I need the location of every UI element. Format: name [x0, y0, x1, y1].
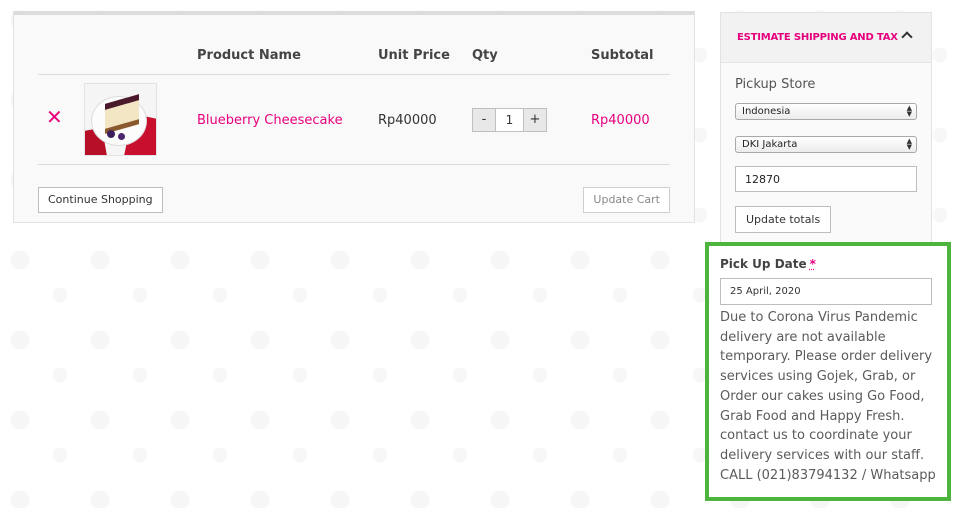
close-icon[interactable]: ✕	[46, 107, 63, 127]
region-select[interactable]: DKI Jakarta ▲ ▼	[735, 136, 917, 153]
header-unit-price: Unit Price	[378, 48, 450, 63]
chevron-up-icon[interactable]	[901, 31, 913, 43]
delivery-notice: Due to Corona Virus Pandemic delivery ar…	[720, 310, 936, 483]
estimate-shipping-header[interactable]: ESTIMATE SHIPPING AND TAX	[721, 13, 931, 63]
estimate-shipping-panel: ESTIMATE SHIPPING AND TAX Pickup Store I…	[720, 12, 932, 254]
product-thumbnail[interactable]	[84, 83, 157, 156]
region-select-value: DKI Jakarta	[742, 139, 798, 150]
product-name-link[interactable]: Blueberry Cheesecake	[197, 113, 343, 128]
cart-header-row: Product Name Unit Price Qty Subtotal	[38, 37, 670, 75]
country-select[interactable]: Indonesia ▲ ▼	[735, 103, 917, 120]
select-arrows-icon: ▲ ▼	[906, 137, 912, 151]
qty-input[interactable]	[496, 109, 523, 131]
qty-decrease-button[interactable]: -	[473, 109, 496, 131]
cart-item-row: ✕ Blueberry Cheesecake Rp40000 - + Rp400…	[38, 75, 670, 165]
country-select-value: Indonesia	[742, 106, 791, 117]
postcode-input[interactable]	[735, 166, 917, 192]
pickup-store-label: Pickup Store	[735, 77, 816, 92]
pickup-date-section: Pick Up Date* Due to Corona Virus Pandem…	[705, 242, 951, 501]
update-cart-button[interactable]: Update Cart	[583, 187, 670, 213]
pickup-date-label: Pick Up Date *	[720, 257, 816, 271]
unit-price: Rp40000	[378, 113, 437, 128]
required-marker: *	[809, 257, 816, 271]
quantity-stepper: - +	[472, 108, 547, 132]
header-subtotal: Subtotal	[591, 48, 654, 63]
continue-shopping-button[interactable]: Continue Shopping	[38, 187, 163, 213]
header-product-name: Product Name	[197, 48, 301, 63]
update-totals-button[interactable]: Update totals	[735, 206, 832, 233]
pickup-date-input[interactable]	[720, 278, 932, 305]
cart-table: Product Name Unit Price Qty Subtotal ✕ B…	[13, 11, 695, 223]
item-subtotal: Rp40000	[591, 113, 650, 128]
estimate-shipping-title: ESTIMATE SHIPPING AND TAX	[737, 32, 898, 43]
qty-increase-button[interactable]: +	[523, 109, 546, 131]
select-arrows-icon: ▲ ▼	[906, 104, 912, 118]
header-qty: Qty	[472, 48, 498, 63]
pickup-date-label-text: Pick Up Date	[720, 257, 807, 271]
